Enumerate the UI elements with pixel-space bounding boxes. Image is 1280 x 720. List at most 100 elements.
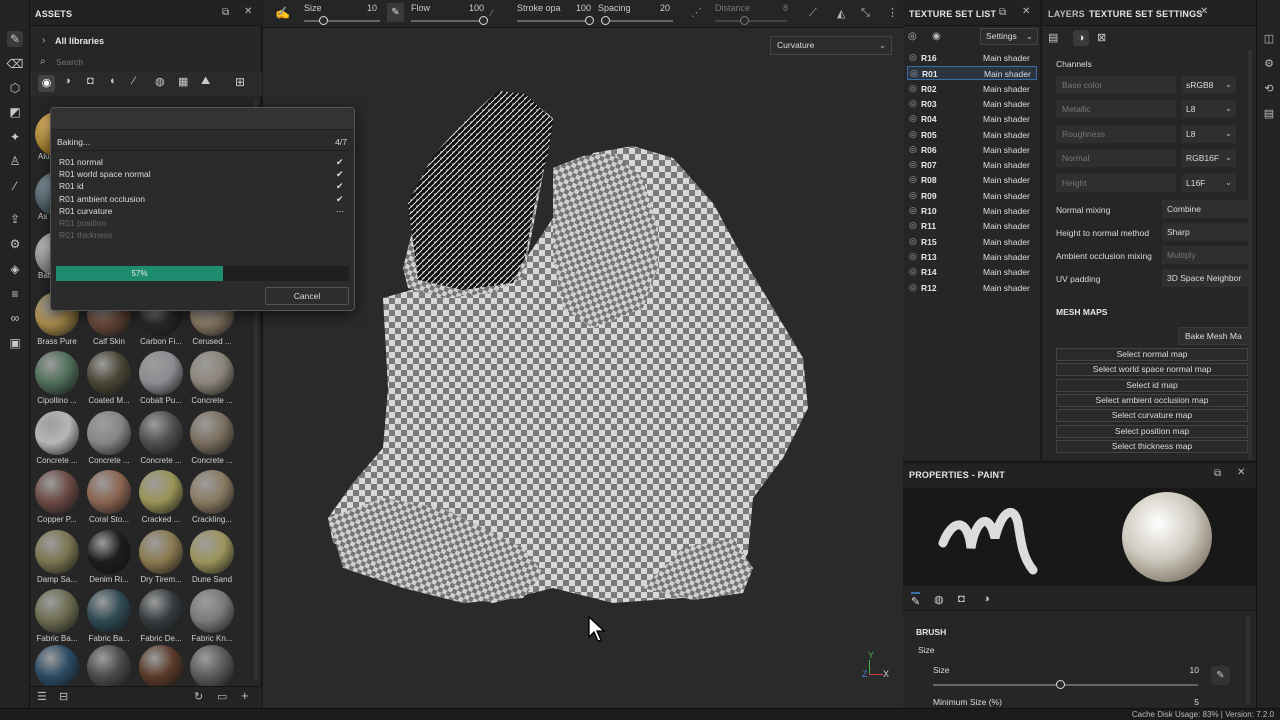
library-breadcrumb[interactable]: All libraries [55, 36, 104, 46]
material-thumb[interactable] [87, 351, 131, 395]
visibility-eye-icon[interactable]: ◎ [909, 251, 917, 262]
dialog-titlebar[interactable] [51, 108, 354, 130]
texture-set-row[interactable]: ◎ R09 Main shader [907, 189, 1037, 203]
stroke-opacity-slider[interactable] [517, 20, 589, 22]
close-icon[interactable]: ✕ [1022, 6, 1030, 17]
close-icon[interactable]: ✕ [1200, 6, 1208, 17]
materials-filter-icon[interactable]: ◉ [38, 75, 55, 92]
physics-icon[interactable]: ⤡ [861, 7, 870, 20]
history-icon[interactable]: ⟲ [1262, 81, 1276, 95]
select-map-button[interactable]: Select normal map [1056, 348, 1248, 361]
slider-knob[interactable] [479, 16, 488, 25]
min-size-value[interactable]: 5 [1173, 697, 1199, 707]
material-thumb[interactable] [139, 470, 183, 514]
textures-filter-icon[interactable]: ◍ [155, 75, 165, 88]
material-thumb[interactable] [139, 411, 183, 455]
visibility-eye-icon[interactable]: ◎ [909, 236, 917, 247]
material-thumb[interactable] [139, 589, 183, 633]
tab-layers[interactable]: LAYERS [1048, 9, 1085, 19]
option-value[interactable]: 3D Space Neighbor [1162, 269, 1248, 287]
brush-size-value[interactable]: 10 [1173, 665, 1199, 675]
slider-knob[interactable] [585, 16, 594, 25]
bake-icon[interactable]: ▣ [7, 335, 23, 351]
visibility-eye-icon[interactable]: ◎ [909, 98, 917, 109]
projection-icon[interactable]: ⬡ [7, 80, 23, 96]
material-thumb[interactable] [139, 351, 183, 395]
material-thumb[interactable] [87, 589, 131, 633]
visibility-eye-icon[interactable]: ◎ [909, 205, 917, 216]
texture-set-row[interactable]: ◎ R08 Main shader [907, 173, 1037, 187]
material-thumb[interactable] [35, 411, 79, 455]
flow-slider[interactable] [411, 20, 483, 22]
bake-mesh-maps-button[interactable]: Bake Mesh Ma [1178, 327, 1250, 345]
visibility-eye-icon[interactable]: ◎ [909, 113, 917, 124]
size-slider[interactable] [304, 20, 380, 22]
slider-knob[interactable] [600, 16, 610, 25]
pen-pressure-icon[interactable]: ✎ [1211, 666, 1230, 685]
brush-tab-icon[interactable]: ✎ [911, 592, 921, 608]
chevron-right-icon[interactable]: › [42, 35, 45, 46]
eraser-icon[interactable]: ⌫ [7, 56, 24, 72]
select-map-button[interactable]: Select curvature map [1056, 409, 1248, 423]
material-thumb[interactable] [35, 530, 79, 574]
environment-filter-icon[interactable]: ⛰ [201, 75, 210, 88]
distance-slider-value[interactable]: 8 [764, 3, 788, 13]
material-thumb[interactable] [190, 589, 234, 633]
channel-format-select[interactable]: RGB16F ⌄ [1182, 149, 1236, 168]
texture-set-row[interactable]: ◎ R07 Main shader [907, 158, 1037, 172]
float-panel-icon[interactable]: ⧉ [999, 7, 1006, 18]
brush-size-slider[interactable] [933, 684, 1198, 686]
channel-format-select[interactable]: sRGB8 ⌄ [1182, 76, 1236, 94]
texture-set-row[interactable]: ◎ R13 Main shader [907, 250, 1037, 264]
flow-slider-value[interactable]: 100 [460, 3, 484, 13]
tab-texture-set-settings[interactable]: TEXTURE SET SETTINGS [1089, 9, 1203, 19]
list-view-icon[interactable]: ☰ [37, 690, 47, 703]
link-icon[interactable]: ∞ [7, 310, 23, 326]
pen-pressure-icon[interactable]: ✎ [387, 3, 404, 22]
polygon-fill-icon[interactable]: ◩ [7, 104, 23, 120]
refresh-icon[interactable]: ↻ [194, 690, 203, 703]
slider-knob[interactable] [319, 16, 328, 25]
size-slider-value[interactable]: 10 [353, 3, 377, 13]
spacing-slider-value[interactable]: 20 [646, 3, 670, 13]
clone-stamp-icon[interactable]: ♙ [7, 153, 23, 169]
channel-select[interactable]: Curvature ⌄ [770, 36, 892, 55]
float-panel-icon[interactable]: ⧉ [1214, 468, 1221, 479]
import-icon[interactable]: ⊟ [59, 690, 68, 703]
stroke-opacity-value[interactable]: 100 [567, 3, 591, 13]
camera-icon[interactable]: ◫ [1262, 31, 1276, 45]
visibility-eye-icon[interactable]: ◎ [909, 83, 917, 94]
mirror-icon[interactable]: ◭ [837, 7, 845, 20]
brushes-filter-icon[interactable]: ⁄ [133, 75, 135, 87]
material-thumb[interactable] [87, 645, 131, 689]
material-thumb[interactable] [139, 530, 183, 574]
visibility-eye-icon[interactable]: ◎ [909, 52, 917, 63]
material-thumb[interactable] [190, 470, 234, 514]
texture-set-row[interactable]: ◎ R12 Main shader [907, 281, 1037, 295]
material-thumb[interactable] [87, 470, 131, 514]
material-thumb[interactable] [139, 645, 183, 689]
smart-materials-filter-icon[interactable]: ◑ [64, 75, 71, 87]
folder-icon[interactable]: ▭ [217, 690, 227, 703]
slider-knob[interactable] [1056, 680, 1066, 689]
texture-set-row[interactable]: ◎ R03 Main shader [907, 97, 1037, 111]
texture-set-row[interactable]: ◎ R05 Main shader [907, 128, 1037, 142]
settings-gear-icon[interactable]: ⚙ [7, 236, 23, 252]
settings-scrollbar[interactable] [1248, 50, 1252, 460]
visibility-eye-icon[interactable]: ◎ [909, 159, 917, 170]
spacing-slider[interactable] [601, 20, 673, 22]
select-map-button[interactable]: Select world space normal map [1056, 363, 1248, 377]
brush-preset-icon[interactable]: ✍ [275, 6, 290, 20]
alpha-tab-icon[interactable]: ◍ [934, 593, 944, 606]
settings-dropdown[interactable]: Settings ⌄ [980, 28, 1038, 45]
lazy-mouse-icon[interactable]: ⋰ [691, 6, 702, 19]
texture-set-row[interactable]: ◎ R16 Main shader [907, 51, 1037, 65]
log-icon[interactable]: ▤ [1262, 106, 1276, 120]
distance-slider[interactable] [715, 20, 787, 22]
texture-set-row[interactable]: ◎ R02 Main shader [907, 82, 1037, 96]
material-thumb[interactable] [190, 645, 234, 689]
texture-set-row[interactable]: ◎ R11 Main shader [907, 219, 1037, 233]
option-value[interactable]: Sharp [1162, 223, 1248, 241]
texture-set-row[interactable]: ◎ R01 Main shader [907, 66, 1037, 81]
export-icon[interactable]: ⇪ [7, 211, 23, 227]
